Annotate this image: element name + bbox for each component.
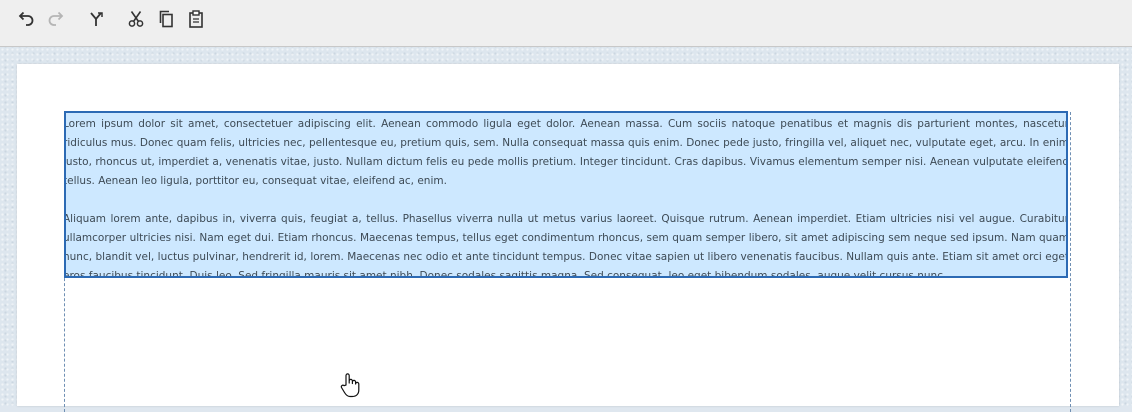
clipboard-icon [189,10,203,28]
editor-workspace: Lorem ipsum dolor sit amet, consectetuer… [0,47,1132,412]
redo-button[interactable] [44,8,68,30]
paragraph-1[interactable]: Lorem ipsum dolor sit amet, consectetuer… [66,115,1066,191]
copy-icon [159,10,173,28]
document-page[interactable]: Lorem ipsum dolor sit amet, consectetuer… [17,64,1119,412]
redo-icon [48,11,64,26]
undo-button[interactable] [14,8,38,30]
selected-text-block[interactable]: Lorem ipsum dolor sit amet, consectetuer… [64,111,1068,278]
undo-icon [18,11,34,26]
merge-icon [90,12,103,26]
paste-button[interactable] [184,8,208,30]
hand-cursor-icon [339,372,361,398]
scissors-icon [128,11,144,27]
merge-button[interactable] [84,8,108,30]
paragraph-2[interactable]: Aliquam lorem ante, dapibus in, viverra … [66,210,1066,276]
cut-button[interactable] [124,8,148,30]
copy-button[interactable] [154,8,178,30]
toolbar [0,0,1132,47]
